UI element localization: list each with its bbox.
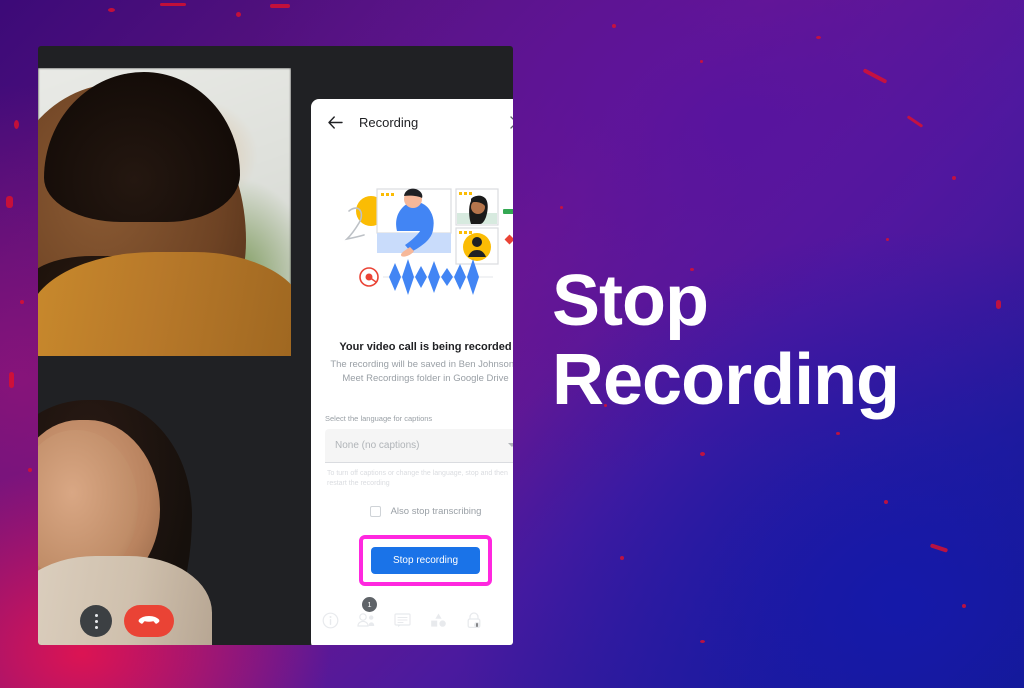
also-stop-transcribing-label: Also stop transcribing [390,505,482,517]
people-icon[interactable]: 1 [356,597,377,630]
chat-icon[interactable] [392,610,412,630]
recording-panel: Recording Your video call is being recor… [311,99,513,645]
meeting-bottom-bar: 1 [291,595,513,645]
back-arrow-icon[interactable] [325,112,345,132]
panel-subtext: The recording will be saved in Ben Johns… [330,359,513,384]
panel-headline: Your video call is being recorded [339,341,512,353]
meeting-details-icon[interactable] [320,610,340,630]
google-meet-window: Recording Your video call is being recor… [38,46,513,645]
recording-illustration [311,165,513,315]
people-count-badge: 1 [362,597,377,612]
highlight-ring: Stop recording [358,534,493,586]
tile-1-jacket [38,252,291,356]
activities-icon[interactable] [428,610,448,630]
also-stop-transcribing-checkbox[interactable] [369,505,381,517]
participant-tile-1[interactable] [38,68,291,356]
promo-line-2: Recording [552,340,900,421]
stop-transcribing-row: Also stop transcribing [311,505,513,517]
stop-recording-button-wrap: Stop recording [311,534,513,586]
caption-language-select[interactable]: None (no captions) [325,428,513,463]
more-options-icon[interactable] [80,605,112,637]
video-tiles-column [38,46,291,645]
caption-language-value: None (no captions) [335,439,420,451]
chevron-down-icon [508,443,513,448]
panel-header: Recording [311,99,513,145]
page-title: Recording [359,114,419,130]
stop-recording-button[interactable]: Stop recording [370,546,481,574]
caption-helper-text: To turn off captions or change the langu… [327,469,508,488]
promo-line-1: Stop [552,261,709,341]
promo-headline: Stop Recording [552,261,982,421]
call-controls [80,605,174,637]
close-icon[interactable] [506,112,513,132]
caption-language-label: Select the language for captions [325,413,433,423]
lock-shield-icon[interactable] [464,610,484,630]
end-call-icon[interactable] [124,605,174,637]
